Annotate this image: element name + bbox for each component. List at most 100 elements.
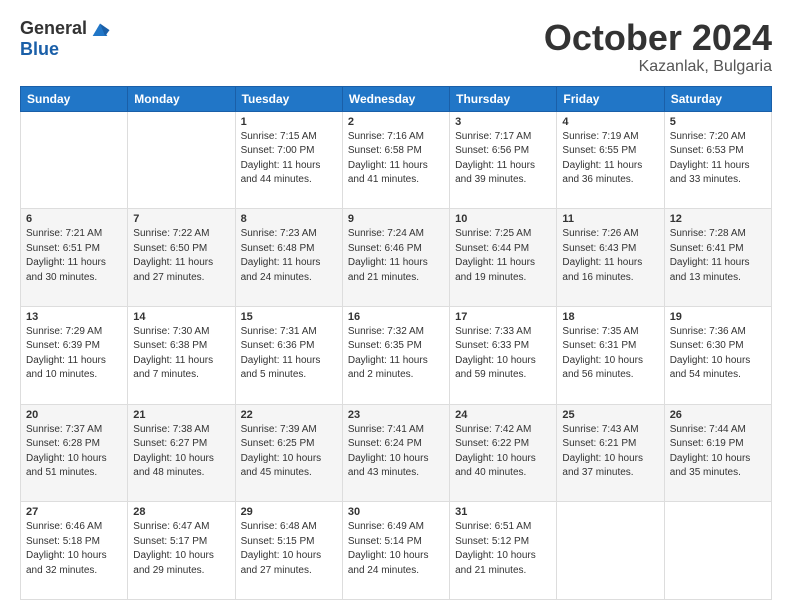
sunset-text: Sunset: 6:51 PM xyxy=(26,243,100,254)
calendar-cell: 22 Sunrise: 7:39 AM Sunset: 6:25 PM Dayl… xyxy=(235,404,342,502)
sunset-text: Sunset: 5:12 PM xyxy=(455,536,529,547)
daylight-text: Daylight: 11 hours and 13 minutes. xyxy=(670,257,750,283)
calendar-cell: 20 Sunrise: 7:37 AM Sunset: 6:28 PM Dayl… xyxy=(21,404,128,502)
sunset-text: Sunset: 7:00 PM xyxy=(241,145,315,156)
calendar-cell xyxy=(21,111,128,209)
calendar-header-row: SundayMondayTuesdayWednesdayThursdayFrid… xyxy=(21,86,772,111)
day-header-friday: Friday xyxy=(557,86,664,111)
day-info: Sunrise: 7:30 AM Sunset: 6:38 PM Dayligh… xyxy=(133,325,229,383)
day-number: 18 xyxy=(562,311,658,323)
sunset-text: Sunset: 6:19 PM xyxy=(670,438,744,449)
sunrise-text: Sunrise: 7:33 AM xyxy=(455,326,531,337)
day-header-thursday: Thursday xyxy=(450,86,557,111)
calendar-cell: 1 Sunrise: 7:15 AM Sunset: 7:00 PM Dayli… xyxy=(235,111,342,209)
sunset-text: Sunset: 6:33 PM xyxy=(455,340,529,351)
daylight-text: Daylight: 11 hours and 19 minutes. xyxy=(455,257,535,283)
calendar-cell: 8 Sunrise: 7:23 AM Sunset: 6:48 PM Dayli… xyxy=(235,209,342,307)
calendar-cell: 5 Sunrise: 7:20 AM Sunset: 6:53 PM Dayli… xyxy=(664,111,771,209)
day-number: 17 xyxy=(455,311,551,323)
day-info: Sunrise: 7:35 AM Sunset: 6:31 PM Dayligh… xyxy=(562,325,658,383)
daylight-text: Daylight: 11 hours and 39 minutes. xyxy=(455,160,535,186)
day-header-wednesday: Wednesday xyxy=(342,86,449,111)
calendar-cell: 13 Sunrise: 7:29 AM Sunset: 6:39 PM Dayl… xyxy=(21,306,128,404)
title-area: October 2024 Kazanlak, Bulgaria xyxy=(544,18,772,76)
calendar-week-row: 6 Sunrise: 7:21 AM Sunset: 6:51 PM Dayli… xyxy=(21,209,772,307)
day-number: 2 xyxy=(348,116,444,128)
daylight-text: Daylight: 10 hours and 59 minutes. xyxy=(455,355,536,381)
day-number: 5 xyxy=(670,116,766,128)
daylight-text: Daylight: 11 hours and 5 minutes. xyxy=(241,355,321,381)
day-number: 23 xyxy=(348,409,444,421)
calendar-cell: 11 Sunrise: 7:26 AM Sunset: 6:43 PM Dayl… xyxy=(557,209,664,307)
daylight-text: Daylight: 10 hours and 24 minutes. xyxy=(348,550,429,576)
day-number: 13 xyxy=(26,311,122,323)
day-number: 28 xyxy=(133,506,229,518)
sunrise-text: Sunrise: 6:49 AM xyxy=(348,521,424,532)
logo-blue-text: Blue xyxy=(20,39,59,59)
day-number: 11 xyxy=(562,213,658,225)
sunrise-text: Sunrise: 7:26 AM xyxy=(562,228,638,239)
day-number: 29 xyxy=(241,506,337,518)
day-number: 31 xyxy=(455,506,551,518)
sunrise-text: Sunrise: 7:30 AM xyxy=(133,326,209,337)
sunset-text: Sunset: 6:35 PM xyxy=(348,340,422,351)
daylight-text: Daylight: 11 hours and 24 minutes. xyxy=(241,257,321,283)
sunset-text: Sunset: 6:44 PM xyxy=(455,243,529,254)
sunset-text: Sunset: 5:15 PM xyxy=(241,536,315,547)
day-number: 16 xyxy=(348,311,444,323)
day-number: 10 xyxy=(455,213,551,225)
sunrise-text: Sunrise: 7:36 AM xyxy=(670,326,746,337)
daylight-text: Daylight: 11 hours and 33 minutes. xyxy=(670,160,750,186)
sunrise-text: Sunrise: 7:24 AM xyxy=(348,228,424,239)
day-info: Sunrise: 7:25 AM Sunset: 6:44 PM Dayligh… xyxy=(455,227,551,285)
logo: General Blue xyxy=(20,18,111,60)
sunset-text: Sunset: 6:43 PM xyxy=(562,243,636,254)
daylight-text: Daylight: 11 hours and 27 minutes. xyxy=(133,257,213,283)
sunrise-text: Sunrise: 7:32 AM xyxy=(348,326,424,337)
sunrise-text: Sunrise: 7:42 AM xyxy=(455,424,531,435)
day-number: 30 xyxy=(348,506,444,518)
header: General Blue October 2024 Kazanlak, Bulg… xyxy=(20,18,772,76)
day-number: 1 xyxy=(241,116,337,128)
daylight-text: Daylight: 11 hours and 2 minutes. xyxy=(348,355,428,381)
sunset-text: Sunset: 6:53 PM xyxy=(670,145,744,156)
day-info: Sunrise: 7:24 AM Sunset: 6:46 PM Dayligh… xyxy=(348,227,444,285)
calendar-cell: 3 Sunrise: 7:17 AM Sunset: 6:56 PM Dayli… xyxy=(450,111,557,209)
calendar-cell: 26 Sunrise: 7:44 AM Sunset: 6:19 PM Dayl… xyxy=(664,404,771,502)
sunrise-text: Sunrise: 7:17 AM xyxy=(455,131,531,142)
sunset-text: Sunset: 6:41 PM xyxy=(670,243,744,254)
calendar-cell xyxy=(557,502,664,600)
day-info: Sunrise: 7:32 AM Sunset: 6:35 PM Dayligh… xyxy=(348,325,444,383)
daylight-text: Daylight: 10 hours and 54 minutes. xyxy=(670,355,751,381)
calendar-cell: 19 Sunrise: 7:36 AM Sunset: 6:30 PM Dayl… xyxy=(664,306,771,404)
sunset-text: Sunset: 6:30 PM xyxy=(670,340,744,351)
sunrise-text: Sunrise: 7:25 AM xyxy=(455,228,531,239)
day-info: Sunrise: 6:47 AM Sunset: 5:17 PM Dayligh… xyxy=(133,520,229,578)
sunset-text: Sunset: 6:36 PM xyxy=(241,340,315,351)
sunset-text: Sunset: 6:31 PM xyxy=(562,340,636,351)
calendar-table: SundayMondayTuesdayWednesdayThursdayFrid… xyxy=(20,86,772,600)
calendar-cell xyxy=(128,111,235,209)
day-number: 25 xyxy=(562,409,658,421)
daylight-text: Daylight: 10 hours and 37 minutes. xyxy=(562,453,643,479)
day-number: 14 xyxy=(133,311,229,323)
day-number: 22 xyxy=(241,409,337,421)
day-number: 4 xyxy=(562,116,658,128)
day-info: Sunrise: 7:36 AM Sunset: 6:30 PM Dayligh… xyxy=(670,325,766,383)
calendar-week-row: 1 Sunrise: 7:15 AM Sunset: 7:00 PM Dayli… xyxy=(21,111,772,209)
day-info: Sunrise: 6:48 AM Sunset: 5:15 PM Dayligh… xyxy=(241,520,337,578)
day-info: Sunrise: 6:49 AM Sunset: 5:14 PM Dayligh… xyxy=(348,520,444,578)
sunrise-text: Sunrise: 7:28 AM xyxy=(670,228,746,239)
calendar-cell: 2 Sunrise: 7:16 AM Sunset: 6:58 PM Dayli… xyxy=(342,111,449,209)
sunrise-text: Sunrise: 7:19 AM xyxy=(562,131,638,142)
sunrise-text: Sunrise: 7:43 AM xyxy=(562,424,638,435)
calendar-week-row: 27 Sunrise: 6:46 AM Sunset: 5:18 PM Dayl… xyxy=(21,502,772,600)
day-number: 12 xyxy=(670,213,766,225)
day-info: Sunrise: 7:31 AM Sunset: 6:36 PM Dayligh… xyxy=(241,325,337,383)
daylight-text: Daylight: 11 hours and 10 minutes. xyxy=(26,355,106,381)
sunrise-text: Sunrise: 7:37 AM xyxy=(26,424,102,435)
day-number: 27 xyxy=(26,506,122,518)
day-info: Sunrise: 7:26 AM Sunset: 6:43 PM Dayligh… xyxy=(562,227,658,285)
day-number: 20 xyxy=(26,409,122,421)
sunrise-text: Sunrise: 6:51 AM xyxy=(455,521,531,532)
